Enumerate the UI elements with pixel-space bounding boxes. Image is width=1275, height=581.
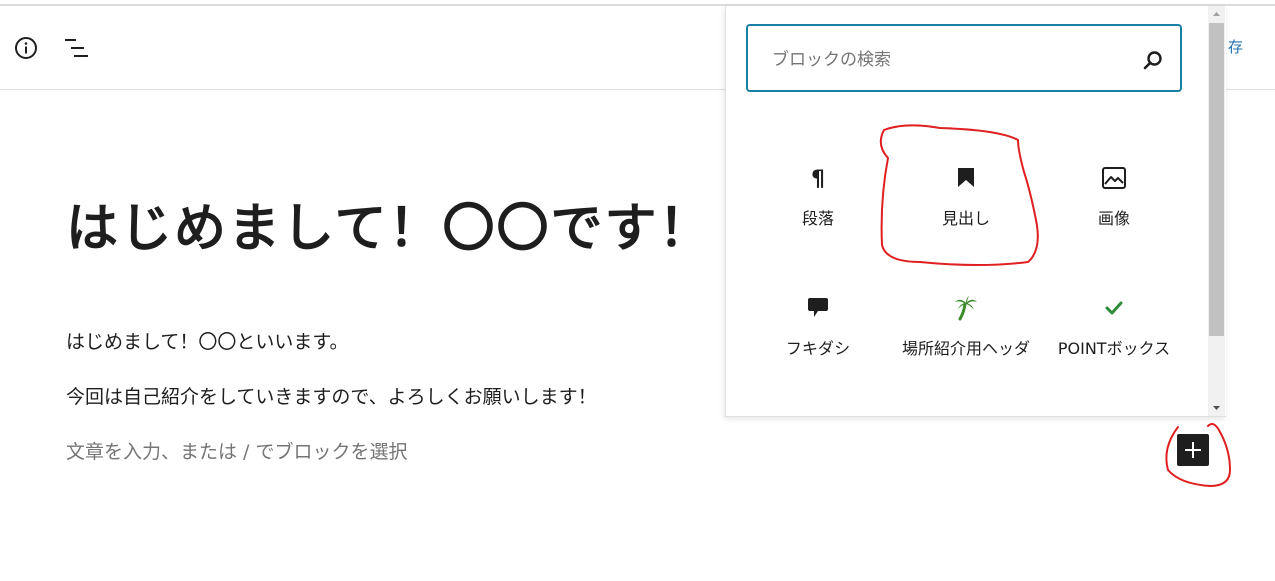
block-speech-bubble[interactable]: フキダシ (748, 294, 888, 360)
info-button[interactable] (14, 36, 38, 60)
save-button[interactable]: 存 (1228, 36, 1243, 57)
scroll-up-arrow-icon[interactable] (1208, 6, 1225, 23)
block-image[interactable]: 画像 (1044, 164, 1184, 230)
scrollbar-thumb[interactable] (1209, 23, 1224, 336)
list-view-icon (65, 39, 88, 57)
block-label: フキダシ (785, 339, 851, 358)
bookmark-icon (958, 168, 974, 187)
info-icon (15, 37, 37, 59)
block-place-header[interactable]: 場所紹介用ヘッダ (896, 294, 1036, 360)
block-point-box[interactable]: POINTボックス (1044, 294, 1184, 360)
block-inserter-popover: ¶ 段落 見出し 画像 フキダシ (725, 6, 1226, 417)
block-label: POINTボックス (1057, 339, 1171, 358)
list-view-button[interactable] (63, 36, 91, 60)
search-icon (1143, 51, 1162, 70)
block-label: 見出し (941, 209, 990, 228)
block-heading[interactable]: 見出し (896, 164, 1036, 230)
paragraph-icon: ¶ (811, 167, 825, 192)
block-label: 画像 (1097, 209, 1130, 228)
svg-text:¶: ¶ (811, 167, 825, 192)
block-search-box[interactable] (746, 24, 1182, 92)
editor-page: 存 はじめまして！〇〇です！ はじめまして！〇〇といいます。 今回は自己紹介をし… (0, 0, 1275, 581)
block-search-input[interactable] (770, 46, 1134, 74)
post-title[interactable]: はじめまして！〇〇です！ (66, 186, 712, 261)
speech-bubble-icon (808, 298, 828, 317)
block-label: 段落 (801, 209, 834, 228)
paragraph-block[interactable]: 今回は自己紹介をしていきますので、よろしくお願いします！ (66, 382, 597, 409)
block-inserter-toggle-button[interactable] (1177, 434, 1209, 466)
empty-paragraph-placeholder[interactable]: 文章を入力、または / でブロックを選択 (66, 437, 407, 464)
check-icon (1105, 301, 1123, 315)
scroll-down-arrow-icon[interactable] (1208, 399, 1225, 416)
image-icon (1102, 167, 1126, 189)
inserter-scrollbar[interactable] (1208, 6, 1225, 416)
palm-tree-icon (955, 296, 977, 321)
block-paragraph[interactable]: ¶ 段落 (748, 164, 888, 230)
plus-icon (1185, 442, 1201, 458)
block-label: 場所紹介用ヘッダ (901, 339, 1030, 358)
paragraph-block[interactable]: はじめまして！〇〇といいます。 (66, 327, 349, 354)
